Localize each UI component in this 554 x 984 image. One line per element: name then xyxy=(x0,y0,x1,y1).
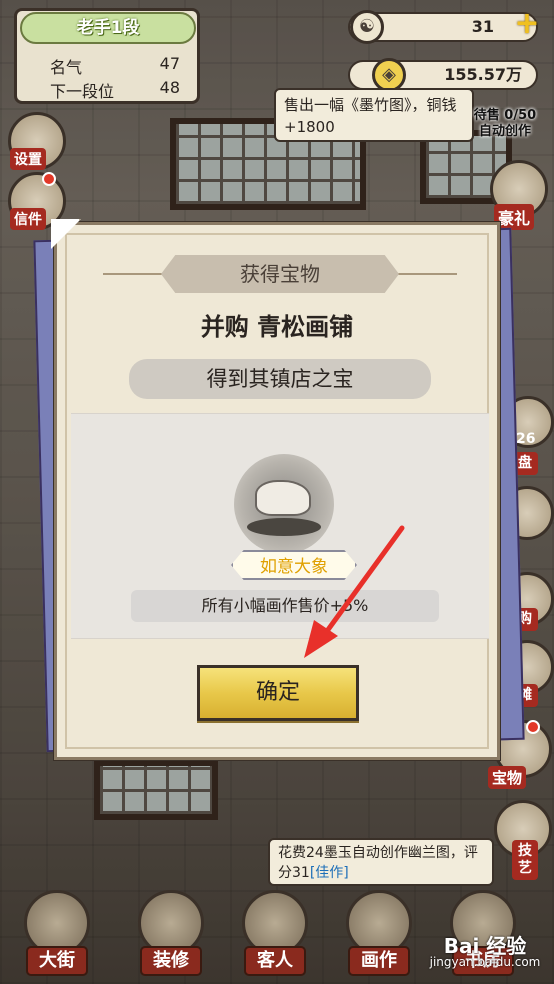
rank-title[interactable]: 老手1段 xyxy=(20,12,196,44)
mail-label: 信件 xyxy=(10,208,46,230)
log-text: 花费24墨玉自动创作幽兰图，评分31 xyxy=(278,845,478,881)
title-ornament-right xyxy=(391,269,457,279)
skill-label: 技艺 xyxy=(512,840,538,880)
watermark: Bai 经验 jingyan.baidu.com xyxy=(420,934,550,970)
gift-label: 豪礼 xyxy=(494,204,535,230)
annotation-arrow-icon xyxy=(304,525,405,658)
treasure-notification-dot xyxy=(526,720,540,734)
nav-paintings[interactable]: 画作 xyxy=(344,890,414,976)
sale-notice: 售出一幅《墨竹图》，铜钱+1800 xyxy=(274,88,474,142)
nav-paintings-label: 画作 xyxy=(348,946,410,976)
fame-row: 名气 47 xyxy=(50,54,180,78)
dialog-title: 获得宝物 xyxy=(161,255,399,293)
watermark-url: jingyan.baidu.com xyxy=(429,955,541,969)
nav-decorate[interactable]: 装修 xyxy=(136,890,206,976)
nav-street[interactable]: 大街 xyxy=(22,890,92,976)
title-ornament-left xyxy=(103,269,169,279)
watermark-brand: Bai 经验 xyxy=(443,934,527,958)
mail-notification-dot xyxy=(42,172,56,186)
fame-label: 名气 xyxy=(50,58,83,77)
coin-icon: ◈ xyxy=(372,58,406,92)
nav-guests[interactable]: 客人 xyxy=(240,890,310,976)
auto-create-status[interactable]: 待售 0/50 自动创作 xyxy=(470,108,540,140)
auto-create-label: 自动创作 xyxy=(478,124,531,139)
fame-value: 47 xyxy=(159,54,180,73)
next-rank-value: 48 xyxy=(159,78,180,97)
item-display: 如意大象 所有小幅画作售价+5% xyxy=(71,413,489,639)
dialog-heading: 并购 青松画铺 xyxy=(200,313,354,341)
treasure-dialog: 获得宝物 并购 青松画铺 得到其镇店之宝 如意大象 所有小幅画作售价+5% 确定 xyxy=(51,219,500,760)
nav-street-label: 大街 xyxy=(26,946,88,976)
confirm-button[interactable]: 确定 xyxy=(197,665,359,721)
nav-decorate-label: 装修 xyxy=(140,946,202,976)
pending-sale-count: 待售 0/50 xyxy=(473,108,537,123)
nav-guests-label: 客人 xyxy=(244,946,306,976)
settings-label: 设置 xyxy=(10,148,46,170)
treasure-label: 宝物 xyxy=(488,766,527,789)
jade-icon: ☯ xyxy=(350,10,384,44)
creation-log: 花费24墨玉自动创作幽兰图，评分31[佳作] xyxy=(268,838,494,886)
next-rank-label: 下一段位 xyxy=(50,82,115,101)
next-rank-row: 下一段位 48 xyxy=(50,78,180,102)
log-rating-tag: [佳作] xyxy=(309,865,349,881)
elephant-statue-icon xyxy=(255,480,311,516)
add-jade-button[interactable]: + xyxy=(514,9,540,39)
dialog-subheading: 得到其镇店之宝 xyxy=(129,359,431,399)
